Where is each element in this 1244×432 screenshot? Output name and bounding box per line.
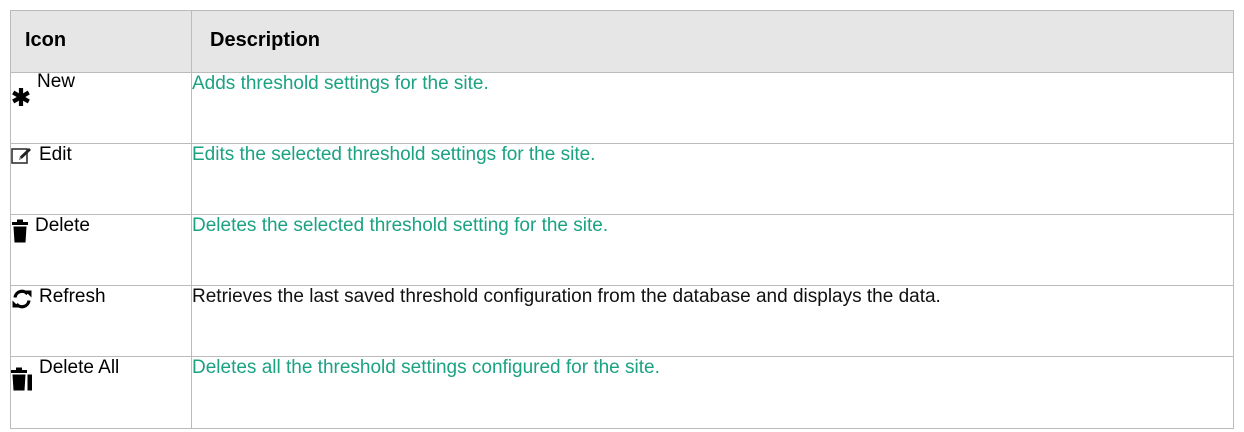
row-label: Delete All	[39, 357, 120, 378]
row-label: Edit	[39, 144, 72, 165]
icon-cell: Edit	[10, 143, 192, 215]
row-label: Refresh	[39, 286, 106, 307]
row-description-link[interactable]: Deletes all the threshold settings confi…	[191, 356, 1234, 429]
trash-all-icon	[11, 367, 33, 397]
table-row: Edit Edits the selected threshold settin…	[10, 143, 1234, 215]
row-label: New	[37, 71, 76, 92]
icon-cell: New	[10, 71, 192, 144]
row-label: Delete	[35, 215, 90, 236]
row-description-link[interactable]: Deletes the selected threshold setting f…	[191, 214, 1234, 286]
trash-icon	[11, 219, 29, 249]
table-row: New Adds threshold settings for the site…	[10, 71, 1234, 144]
asterisk-icon	[11, 87, 31, 113]
table-header-row: Icon Description	[10, 10, 1234, 73]
icon-reference-table: Icon Description New Adds threshold sett…	[10, 10, 1234, 429]
icon-cell: Delete	[10, 214, 192, 286]
icon-cell: Delete All	[10, 356, 192, 429]
table-row: Refresh Retrieves the last saved thresho…	[10, 285, 1234, 357]
table-row: Delete Deletes the selected threshold se…	[10, 214, 1234, 286]
table-row: Delete All Deletes all the threshold set…	[10, 356, 1234, 429]
row-description-link[interactable]: Edits the selected threshold settings fo…	[191, 143, 1234, 215]
header-icon: Icon	[10, 10, 192, 73]
row-description-link[interactable]: Adds threshold settings for the site.	[191, 72, 1234, 144]
row-description: Retrieves the last saved threshold confi…	[191, 285, 1234, 357]
edit-icon	[11, 146, 33, 172]
icon-cell: Refresh	[10, 285, 192, 357]
refresh-icon	[11, 288, 33, 316]
header-description: Description	[191, 10, 1234, 73]
